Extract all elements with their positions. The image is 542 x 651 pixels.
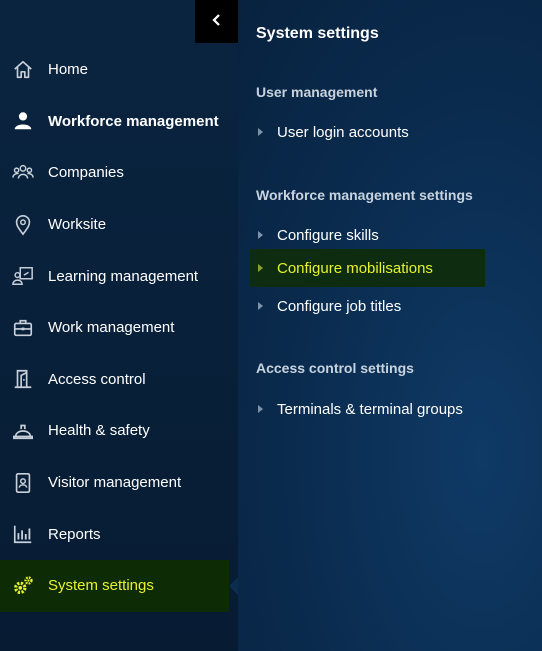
sidebar-item-home[interactable]: Home — [0, 44, 238, 96]
sidebar-item-label: Health & safety — [48, 422, 150, 440]
sidebar-item-work-management[interactable]: Work management — [0, 302, 238, 354]
link-label: User login accounts — [277, 123, 409, 141]
bar-chart-icon — [11, 522, 35, 546]
sidebar-item-visitor-management[interactable]: Visitor management — [0, 457, 238, 509]
page-title: System settings — [256, 25, 379, 42]
caret-right-icon — [258, 128, 263, 136]
sidebar-item-label: Worksite — [48, 216, 107, 234]
home-icon — [11, 58, 35, 82]
sidebar-item-health-safety[interactable]: Health & safety — [0, 405, 238, 457]
section-title-user-management: User management — [256, 84, 378, 100]
chevron-left-icon — [211, 13, 222, 31]
sidebar-item-reports[interactable]: Reports — [0, 508, 238, 560]
link-user-login-accounts[interactable]: User login accounts — [250, 113, 485, 151]
sidebar-item-label: Visitor management — [48, 474, 182, 492]
sidebar-item-access-control[interactable]: Access control — [0, 354, 238, 406]
caret-right-icon — [258, 405, 263, 413]
sidebar-item-label: Access control — [48, 370, 146, 388]
link-label: Configure job titles — [277, 297, 402, 315]
sidebar-nav: Home Workforce management Companies Work… — [0, 44, 238, 612]
gears-icon — [11, 574, 35, 598]
briefcase-icon — [11, 316, 35, 340]
sidebar: Home Workforce management Companies Work… — [0, 0, 238, 651]
person-icon — [11, 109, 35, 133]
section-title-workforce-settings: Workforce management settings — [256, 187, 473, 203]
learning-icon — [11, 264, 35, 288]
sidebar-item-label: Workforce management — [48, 112, 219, 130]
sidebar-item-workforce-management[interactable]: Workforce management — [0, 96, 238, 148]
link-label: Configure mobilisations — [277, 259, 433, 277]
badge-icon — [11, 471, 35, 495]
sidebar-item-label: System settings — [48, 577, 154, 595]
location-pin-icon — [11, 213, 35, 237]
sidebar-item-worksite[interactable]: Worksite — [0, 199, 238, 251]
caret-right-icon — [258, 231, 263, 239]
sidebar-item-label: Reports — [48, 525, 101, 543]
link-configure-mobilisations[interactable]: Configure mobilisations — [250, 249, 485, 287]
sidebar-item-label: Learning management — [48, 267, 199, 285]
link-configure-job-titles[interactable]: Configure job titles — [250, 287, 485, 325]
caret-right-icon — [258, 302, 263, 310]
hard-hat-icon — [11, 419, 35, 443]
caret-right-icon — [258, 264, 263, 272]
sidebar-item-learning-management[interactable]: Learning management — [0, 250, 238, 302]
section-title-access-control-settings: Access control settings — [256, 360, 414, 376]
settings-panel: System settings User management User log… — [238, 0, 542, 651]
link-label: Terminals & terminal groups — [277, 400, 463, 418]
sidebar-item-label: Companies — [48, 164, 124, 182]
active-pointer — [229, 577, 238, 595]
group-icon — [11, 161, 35, 185]
sidebar-item-label: Home — [48, 61, 89, 79]
door-icon — [11, 367, 35, 391]
sidebar-item-companies[interactable]: Companies — [0, 147, 238, 199]
collapse-sidebar-button[interactable] — [195, 0, 238, 43]
link-terminals[interactable]: Terminals & terminal groups — [250, 390, 485, 428]
link-label: Configure skills — [277, 226, 379, 244]
sidebar-item-system-settings[interactable]: System settings — [0, 559, 229, 612]
sidebar-item-label: Work management — [48, 319, 175, 337]
